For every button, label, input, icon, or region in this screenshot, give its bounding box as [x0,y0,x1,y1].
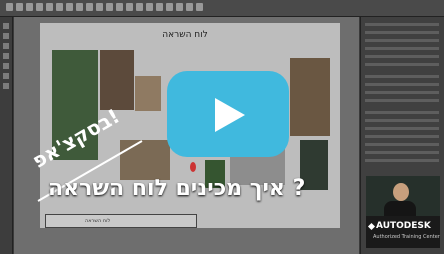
zoom-tool-icon[interactable] [146,3,153,11]
pan-tool-icon[interactable] [136,3,143,11]
text-tool-icon[interactable] [106,3,113,11]
circle-tool-icon[interactable] [36,3,43,11]
tool-icon[interactable] [3,83,9,89]
shape-tool-icon[interactable] [26,3,33,11]
panel-row[interactable] [365,143,439,146]
panel-row[interactable] [365,159,439,162]
panel-row[interactable] [365,39,439,42]
panel-row[interactable] [365,99,439,102]
pencil-tool-icon[interactable] [16,3,23,11]
tool-icon[interactable] [3,73,9,79]
board-image [290,58,330,136]
extension-icon[interactable] [176,3,183,11]
orbit-tool-icon[interactable] [126,3,133,11]
title-block [45,214,197,228]
sketchup-window: לוח השראה לוח השראה בסקצ'אפ! איך מכינים … [0,0,444,254]
panel-row[interactable] [365,151,439,154]
brand-subtitle: Authorized Training Center [373,234,440,240]
select-tool-icon[interactable] [6,3,13,11]
presenter-body [384,201,416,216]
offset-tool-icon[interactable] [86,3,93,11]
zoom-extents-icon[interactable] [156,3,163,11]
warehouse-icon[interactable] [166,3,173,11]
title-block-text: לוח השראה [85,218,111,224]
tool-icon[interactable] [3,63,9,69]
move-tool-icon[interactable] [56,3,63,11]
video-headline: איך מכינים לוח השראה ? [48,176,306,201]
layout-icon[interactable] [186,3,193,11]
panel-row[interactable] [365,91,439,94]
panel-row[interactable] [365,111,439,114]
panel-row[interactable] [365,31,439,34]
tool-icon[interactable] [3,43,9,49]
board-image [100,50,134,110]
push-pull-tool-icon[interactable] [46,3,53,11]
panel-row[interactable] [365,63,439,66]
panel-row[interactable] [365,127,439,130]
panel-row[interactable] [365,23,439,26]
left-tool-strip [0,17,13,254]
tape-tool-icon[interactable] [96,3,103,11]
scale-tool-icon[interactable] [76,3,83,11]
board-image [120,140,170,180]
panel-row[interactable] [365,135,439,138]
brand-name: AUTODESK [376,221,431,231]
tool-icon[interactable] [3,33,9,39]
settings-icon[interactable] [196,3,203,11]
presenter-head [393,183,409,201]
panel-row[interactable] [365,75,439,78]
sheet-title: לוח השראה [162,30,208,40]
rotate-tool-icon[interactable] [66,3,73,11]
panel-row[interactable] [365,83,439,86]
play-icon[interactable] [215,98,245,132]
panel-row[interactable] [365,47,439,50]
tool-icon[interactable] [3,53,9,59]
top-toolbar [0,0,444,17]
tool-icon[interactable] [3,23,9,29]
bird-image [190,162,196,172]
paint-tool-icon[interactable] [116,3,123,11]
panel-row[interactable] [365,119,439,122]
board-image [135,76,161,111]
panel-row[interactable] [365,55,439,58]
